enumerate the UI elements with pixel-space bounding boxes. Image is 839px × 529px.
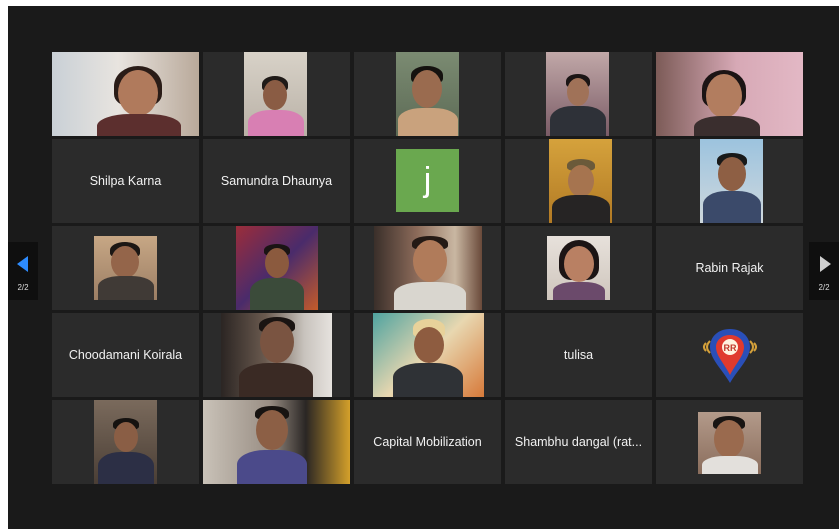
arrow-left-icon	[17, 256, 28, 272]
video-tile[interactable]	[203, 313, 350, 397]
participant-video	[396, 52, 459, 136]
radio-logo-icon: RR	[703, 329, 757, 383]
participant-name: Rabin Rajak	[695, 261, 764, 275]
participant-video	[203, 400, 350, 484]
video-tile[interactable]	[52, 226, 199, 310]
video-tile[interactable]	[505, 139, 652, 223]
participant-video	[547, 236, 610, 300]
video-tile[interactable]	[203, 52, 350, 136]
next-page-button[interactable]: 2/2	[809, 242, 839, 300]
video-tile[interactable]	[52, 400, 199, 484]
participant-tile-samundra-dhaunya[interactable]: Samundra Dhaunya	[203, 139, 350, 223]
participant-video	[236, 226, 318, 310]
participant-video	[373, 313, 484, 397]
participant-video	[221, 313, 332, 397]
participant-video	[546, 52, 609, 136]
participant-video	[244, 52, 307, 136]
participant-name: Capital Mobilization	[373, 435, 482, 449]
participant-video	[94, 400, 157, 484]
video-tile[interactable]	[354, 226, 501, 310]
participant-tile-j[interactable]: j	[354, 139, 501, 223]
participant-video	[656, 52, 803, 136]
video-tile[interactable]	[656, 400, 803, 484]
page-indicator: 2/2	[17, 283, 29, 292]
participant-name: Samundra Dhaunya	[220, 174, 333, 188]
participant-video	[94, 236, 157, 300]
participant-tile-rabin-rajak[interactable]: Rabin Rajak	[656, 226, 803, 310]
video-tile[interactable]	[354, 52, 501, 136]
participant-name: tulisa	[563, 348, 594, 362]
participant-video	[698, 412, 761, 474]
participant-name: Shilpa Karna	[89, 174, 162, 188]
arrow-right-icon	[820, 256, 831, 272]
video-tile[interactable]	[656, 139, 803, 223]
video-tile[interactable]	[203, 400, 350, 484]
participant-tile-choodamani-koirala[interactable]: Choodamani Koirala	[52, 313, 199, 397]
video-tile[interactable]	[354, 313, 501, 397]
participant-tile-shilpa-karna[interactable]: Shilpa Karna	[52, 139, 199, 223]
participant-video	[700, 139, 763, 223]
svg-text:RR: RR	[724, 343, 737, 353]
participant-video	[549, 139, 612, 223]
video-tile[interactable]	[505, 226, 652, 310]
video-tile[interactable]	[656, 52, 803, 136]
prev-page-button[interactable]: 2/2	[8, 242, 38, 300]
participant-video	[374, 226, 482, 310]
video-tile[interactable]	[52, 52, 199, 136]
participant-tile-capital-mobilization[interactable]: Capital Mobilization	[354, 400, 501, 484]
participant-tile-shambhu-dangal[interactable]: Shambhu dangal (rat...	[505, 400, 652, 484]
video-tile[interactable]	[203, 226, 350, 310]
participant-name: Shambhu dangal (rat...	[514, 435, 643, 449]
page-indicator: 2/2	[818, 283, 830, 292]
video-gallery: 2/2 2/2 Shilpa Karna Samundra Dhaunya j …	[8, 6, 839, 529]
participant-video	[52, 52, 199, 136]
participant-tile-tulisa[interactable]: tulisa	[505, 313, 652, 397]
video-tile[interactable]: RR	[656, 313, 803, 397]
participant-name: Choodamani Koirala	[68, 348, 183, 362]
video-tile[interactable]	[505, 52, 652, 136]
avatar: j	[396, 149, 459, 212]
